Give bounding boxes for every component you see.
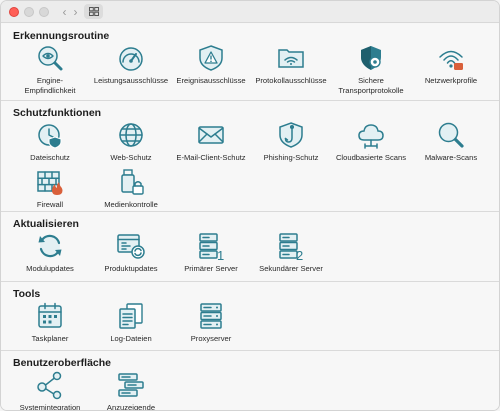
envelope-icon [198, 126, 224, 144]
item-primary-server[interactable]: 1 Primärer Server [169, 231, 253, 274]
section-erkennungsroutine: Erkennungsroutine Engine- Empfindlichkei… [1, 24, 499, 100]
item-system-integration[interactable]: Systemintegration [8, 370, 92, 411]
grid-view-button[interactable] [84, 4, 103, 19]
item-label: Anzuzeigende Hinweise [106, 403, 156, 411]
usb-lock-icon [121, 169, 144, 195]
item-secondary-server[interactable]: 2 Sekundärer Server [249, 231, 333, 274]
section-aktualisieren: Aktualisieren Modulupdates Produktupdate… [1, 211, 499, 281]
item-engine-sensitivity[interactable]: Engine- Empfindlichkeit [8, 43, 92, 95]
item-event-exclusions[interactable]: Ereignisausschlüsse [169, 43, 253, 86]
forward-button[interactable]: › [67, 5, 84, 19]
documents-icon [119, 303, 143, 329]
item-label: Taskplaner [31, 334, 69, 343]
svg-text:1: 1 [217, 248, 224, 261]
wifi-network-icon [439, 50, 463, 70]
item-module-updates[interactable]: Modulupdates [8, 231, 92, 274]
svg-text:2: 2 [296, 248, 303, 261]
item-label: Produktupdates [104, 264, 158, 273]
section-schutzfunktionen: Schutzfunktionen Dateischutz Web-Schutz [1, 100, 499, 211]
item-label: Web-Schutz [110, 153, 152, 162]
item-performance-exclusions[interactable]: Leistungsausschlüsse [89, 43, 173, 86]
item-protocol-exclusions[interactable]: Protokollausschlüsse [249, 43, 333, 86]
item-label: Leistungsausschlüsse [93, 76, 169, 85]
globe-icon [119, 123, 143, 147]
shield-gear-icon [361, 46, 381, 70]
section-title: Erkennungsroutine [13, 30, 110, 42]
item-product-updates[interactable]: Produktupdates [89, 231, 173, 274]
item-label: Log-Dateien [110, 334, 152, 343]
settings-content: Erkennungsroutine Engine- Empfindlichkei… [1, 24, 499, 410]
item-media-control[interactable]: Medienkontrolle [89, 167, 173, 210]
item-task-scheduler[interactable]: Taskplaner [8, 301, 92, 344]
item-network-profiles[interactable]: Netzwerkprofile [409, 43, 493, 86]
section-title: Schutzfunktionen [13, 107, 102, 119]
section-benutzeroberflaeche: Benutzeroberfläche Systemintegration Anz… [1, 350, 499, 411]
magnifier-eye-icon [38, 46, 63, 71]
clock-shield-icon [38, 124, 62, 149]
item-log-files[interactable]: Log-Dateien [89, 301, 173, 344]
magnifier-icon [438, 122, 464, 148]
item-label: Sekundärer Server [259, 264, 323, 273]
minimize-window-button[interactable] [24, 7, 34, 17]
calendar-icon [38, 302, 62, 328]
item-email-protection[interactable]: E-Mail-Client-Schutz [169, 120, 253, 163]
item-label: Ereignisausschlüsse [176, 76, 246, 85]
warning-shield-icon [199, 45, 223, 71]
section-title: Aktualisieren [13, 218, 79, 230]
title-bar: ‹ › [1, 1, 499, 23]
item-firewall[interactable]: Firewall [8, 167, 92, 210]
server-one-icon: 1 [199, 233, 224, 261]
item-label: Engine- Empfindlichkeit [24, 76, 76, 95]
item-label: Sichere Transportprotokolle [338, 76, 404, 95]
grid-icon [88, 7, 99, 16]
item-malware-scans[interactable]: Malware-Scans [409, 120, 493, 163]
item-file-protection[interactable]: Dateischutz [8, 120, 92, 163]
share-nodes-icon [37, 371, 62, 400]
item-label: Dateischutz [30, 153, 70, 162]
item-label: Cloudbasierte Scans [335, 153, 407, 162]
item-phishing-protection[interactable]: Phishing-Schutz [249, 120, 333, 163]
item-secure-transport[interactable]: Sichere Transportprotokolle [329, 43, 413, 95]
item-label: Protokollausschlüsse [255, 76, 327, 85]
item-label: Malware-Scans [424, 153, 478, 162]
item-label: Medienkontrolle [104, 200, 158, 209]
section-title: Tools [13, 288, 41, 300]
section-tools: Tools Taskplaner Log-Dateien Proxyserver [1, 281, 499, 350]
fishhook-shield-icon [279, 122, 303, 148]
network-folder-icon [278, 49, 304, 68]
item-cloud-scans[interactable]: Cloudbasierte Scans [329, 120, 413, 163]
item-label: Netzwerkprofile [424, 76, 478, 85]
item-label: Modulupdates [26, 264, 74, 273]
item-web-protection[interactable]: Web-Schutz [89, 120, 173, 163]
item-label: Primärer Server [184, 264, 238, 273]
close-window-button[interactable] [9, 7, 19, 17]
refresh-icon [38, 234, 62, 258]
zoom-window-button[interactable] [39, 7, 49, 17]
window-refresh-icon [117, 234, 145, 259]
notification-bars-icon [118, 373, 144, 397]
item-label: Systemintegration [19, 403, 81, 411]
item-label: Firewall [36, 200, 64, 209]
server-icon [200, 303, 222, 329]
firewall-icon [37, 171, 63, 195]
item-label: E-Mail-Client-Schutz [176, 153, 246, 162]
settings-window: ‹ › Erkennungsroutine Engine- Empfindlic… [0, 0, 500, 411]
section-title: Benutzeroberfläche [13, 357, 112, 369]
item-notifications[interactable]: Anzuzeigende Hinweise [89, 370, 173, 411]
item-proxy-server[interactable]: Proxyserver [169, 301, 253, 344]
item-label: Phishing-Schutz [263, 153, 319, 162]
speedometer-icon [119, 47, 143, 71]
server-two-icon: 2 [279, 233, 303, 261]
item-label: Proxyserver [190, 334, 232, 343]
cloud-network-icon [358, 124, 384, 149]
